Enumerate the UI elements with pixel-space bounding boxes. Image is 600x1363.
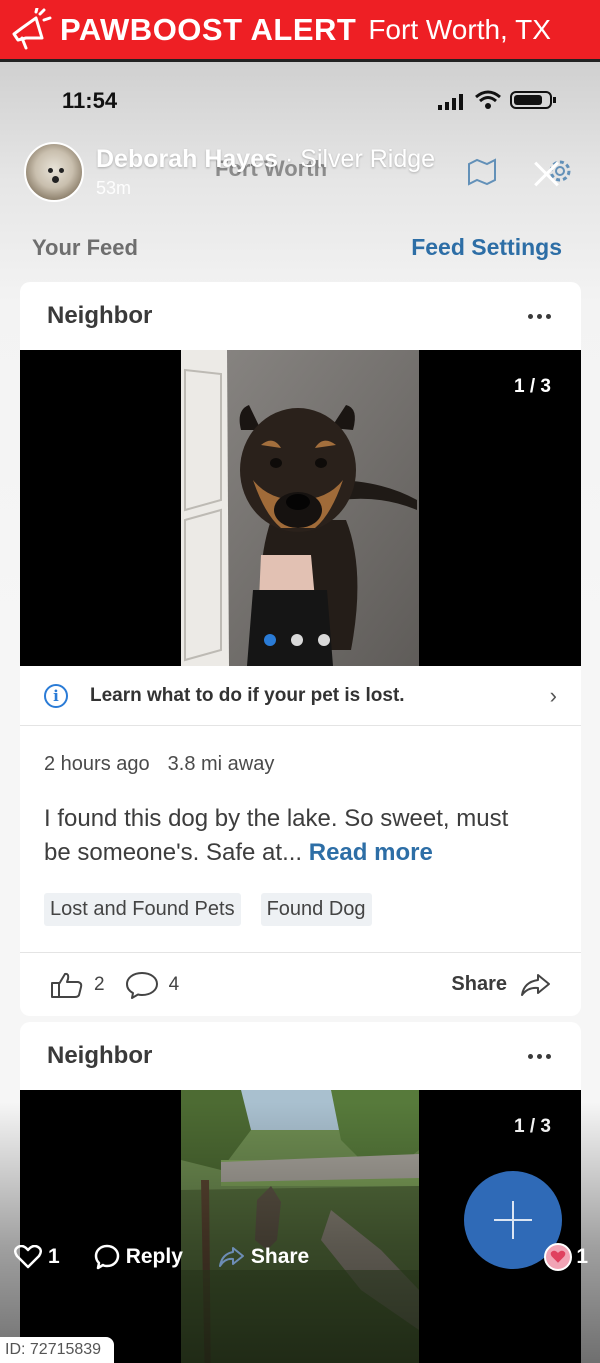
- post-body-text: I found this dog by the lake. So sweet, …: [44, 805, 509, 866]
- media-counter: 1 / 3: [514, 376, 551, 397]
- feed-settings-link[interactable]: Feed Settings: [411, 234, 562, 261]
- story-poster[interactable]: Deborah Hayes · Silver Ridge: [96, 145, 435, 174]
- close-icon[interactable]: [532, 160, 560, 188]
- like-count: 2: [94, 973, 105, 995]
- post-time: 2 hours ago: [44, 753, 150, 775]
- tag-chip[interactable]: Found Dog: [260, 893, 372, 926]
- poster-name: Deborah Hayes: [96, 145, 279, 173]
- info-icon: i: [44, 683, 68, 708]
- post-body: I found this dog by the lake. So sweet, …: [20, 776, 540, 870]
- signal-icon: [438, 94, 463, 110]
- battery-icon: [510, 91, 556, 109]
- alert-id: ID: 72715839: [0, 1337, 114, 1363]
- status-icons: [438, 90, 558, 110]
- banner-location: Fort Worth, TX: [368, 13, 551, 45]
- story-reply-button[interactable]: Reply: [94, 1244, 183, 1270]
- story-like-count: 1: [48, 1245, 60, 1268]
- reaction-count: 1: [576, 1245, 588, 1268]
- post-author: Neighbor: [47, 1042, 153, 1069]
- your-feed-label: Your Feed: [32, 234, 138, 260]
- phone-screenshot: 11:54 Fort Worth Deborah Hayes · Silver …: [0, 62, 600, 1363]
- read-more-link[interactable]: Read more: [309, 839, 433, 866]
- lost-pet-prompt: Learn what to do if your pet is lost.: [90, 684, 405, 706]
- story-action-bar: 1 Reply Share 1: [14, 1242, 588, 1272]
- post-media-carousel[interactable]: 1 / 3: [20, 350, 581, 666]
- comment-count: 4: [168, 973, 180, 995]
- comment-icon: [125, 971, 158, 999]
- story-header: Deborah Hayes · Silver Ridge 53m: [24, 142, 435, 202]
- share-arrow-icon: [521, 973, 550, 996]
- wifi-icon: [475, 90, 501, 109]
- like-button[interactable]: 2: [50, 971, 105, 999]
- group-name: Silver Ridge: [300, 145, 436, 173]
- story-elapsed: 53m: [96, 178, 132, 198]
- banner-brand: PAWBOOST ALERT: [60, 11, 357, 47]
- dog-photo: [181, 350, 419, 666]
- story-share-label: Share: [250, 1245, 310, 1268]
- carousel-indicator: [264, 634, 330, 646]
- name-separator: ·: [284, 145, 301, 173]
- story-like-button[interactable]: 1: [14, 1245, 60, 1269]
- carousel-dot[interactable]: [291, 634, 303, 646]
- status-time: 11:54: [62, 88, 118, 113]
- post-header: Neighbor: [20, 282, 581, 350]
- chevron-right-icon: ›: [549, 682, 557, 708]
- carousel-dot[interactable]: [318, 634, 330, 646]
- dog-in-yard-photo: [181, 1090, 419, 1363]
- share-label: Share: [451, 973, 507, 995]
- post-tags: Lost and Found Pets Found Dog: [20, 870, 581, 926]
- alert-banner: PAWBOOST ALERT Fort Worth, TX: [0, 0, 600, 62]
- story-share-button[interactable]: Share: [217, 1245, 309, 1269]
- feed-bar: Your Feed Feed Settings: [32, 234, 562, 261]
- heart-icon: [14, 1245, 42, 1269]
- post-author: Neighbor: [47, 302, 153, 329]
- map-icon[interactable]: [467, 158, 497, 186]
- tag-chip[interactable]: Lost and Found Pets: [44, 893, 241, 926]
- lost-pet-info-row[interactable]: i Learn what to do if your pet is lost. …: [20, 666, 581, 726]
- post-distance: 3.8 mi away: [167, 753, 275, 775]
- comment-button[interactable]: 4: [125, 970, 180, 1000]
- share-button[interactable]: Share: [451, 973, 551, 997]
- story-reply-label: Reply: [125, 1245, 183, 1268]
- thumbs-up-icon: [51, 972, 83, 998]
- post-card: Neighbor 1 / 3 i Learn what to do if you…: [20, 282, 581, 1016]
- more-options-icon[interactable]: [528, 313, 551, 319]
- post-meta: 2 hours ago 3.8 mi away: [20, 726, 581, 776]
- media-counter: 1 / 3: [514, 1116, 551, 1137]
- megaphone-icon: [12, 7, 52, 49]
- carousel-dot[interactable]: [264, 634, 276, 646]
- heart-reaction-icon: [544, 1243, 573, 1271]
- reply-bubble-icon: [94, 1244, 119, 1270]
- avatar[interactable]: [24, 142, 84, 202]
- post-actions: 2 4 Share: [20, 952, 581, 1016]
- post-header: Neighbor: [20, 1022, 581, 1090]
- share-arrow-icon: [218, 1247, 244, 1267]
- story-reactions[interactable]: 1: [544, 1243, 588, 1271]
- more-options-icon[interactable]: [528, 1053, 551, 1059]
